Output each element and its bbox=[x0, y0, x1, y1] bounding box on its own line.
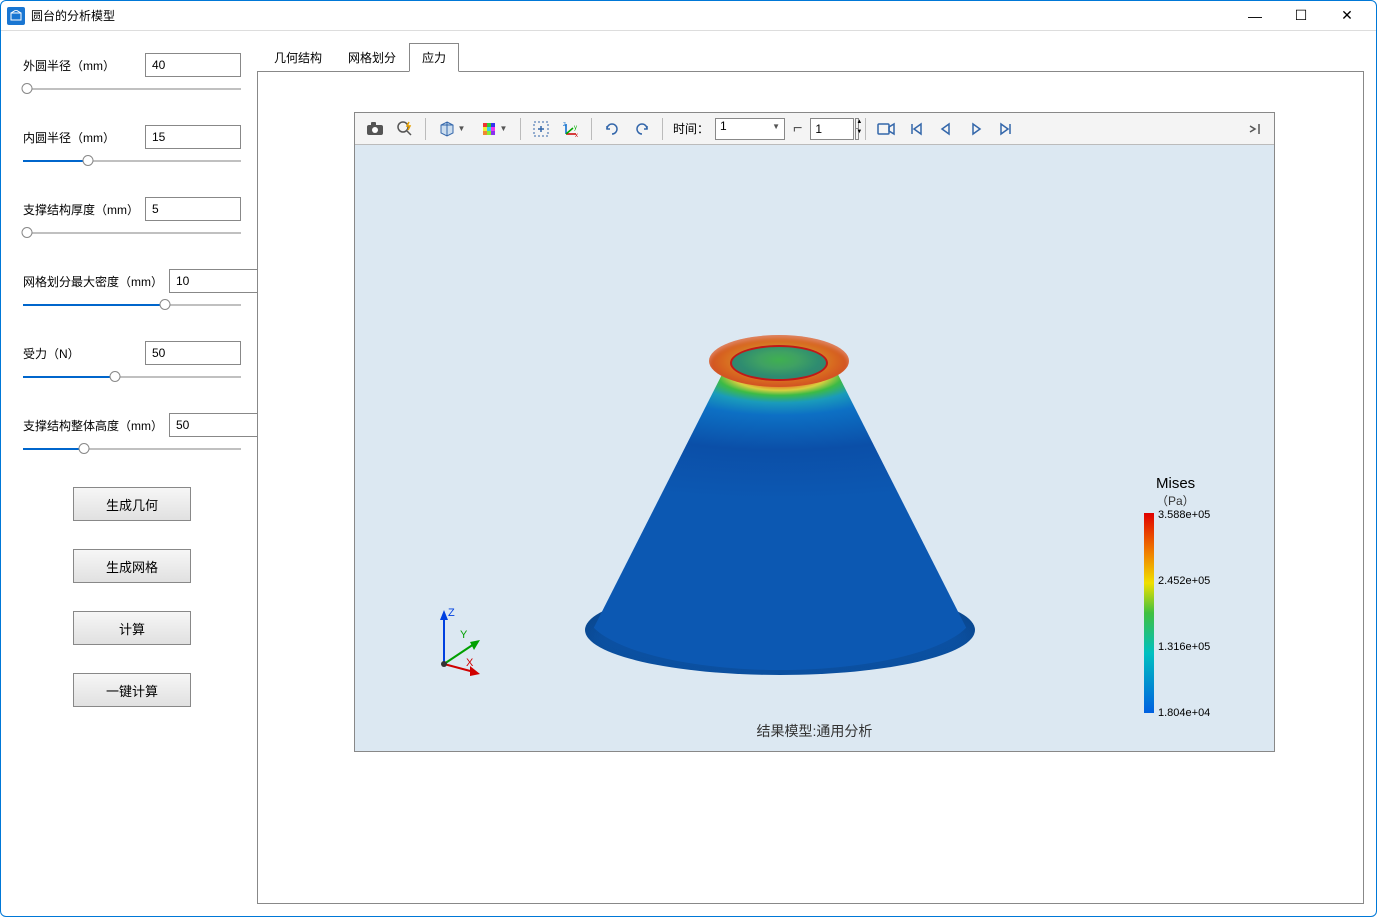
axes-toggle-icon[interactable]: z yx bbox=[557, 116, 585, 142]
viewer-toolbar: ▼ ▼ bbox=[355, 113, 1274, 145]
param-label: 外圆半径（mm） bbox=[23, 57, 139, 74]
time-label: 时间： bbox=[673, 120, 709, 137]
skip-start-icon[interactable] bbox=[902, 116, 930, 142]
toolbar-overflow-icon[interactable] bbox=[1240, 116, 1268, 142]
sidebar: 外圆半径（mm） 内圆半径（mm） 支撑结构厚度（mm） bbox=[13, 43, 245, 904]
svg-text:X: X bbox=[466, 657, 474, 669]
svg-text:x: x bbox=[575, 133, 578, 137]
outer-radius-slider[interactable] bbox=[23, 81, 241, 97]
legend-tick: 3.588e+05 bbox=[1158, 509, 1210, 521]
color-legend: Mises （Pa） 3.588e+05 2.452e+05 1.316e+05… bbox=[1156, 475, 1256, 513]
close-button[interactable]: ✕ bbox=[1324, 1, 1370, 31]
svg-text:z: z bbox=[563, 122, 566, 128]
param-height: 支撑结构整体高度（mm） bbox=[23, 413, 241, 457]
canvas-area[interactable]: Z Y X Mises bbox=[355, 145, 1274, 751]
fit-view-icon[interactable] bbox=[527, 116, 555, 142]
tab-stress[interactable]: 应力 bbox=[409, 43, 459, 72]
param-label: 受力（N） bbox=[23, 345, 139, 362]
rotate-cw-icon[interactable] bbox=[598, 116, 626, 142]
param-label: 网格划分最大密度（mm） bbox=[23, 273, 163, 290]
main-area: 几何结构 网格划分 应力 bbox=[257, 43, 1364, 904]
param-force: 受力（N） bbox=[23, 341, 241, 385]
param-outer-radius: 外圆半径（mm） bbox=[23, 53, 241, 97]
play-icon[interactable] bbox=[962, 116, 990, 142]
mesh-density-slider[interactable] bbox=[23, 297, 241, 313]
param-inner-radius: 内圆半径（mm） bbox=[23, 125, 241, 169]
time-step-input[interactable] bbox=[810, 118, 854, 140]
zoom-flash-icon[interactable] bbox=[391, 116, 419, 142]
svg-text:Y: Y bbox=[460, 629, 468, 641]
generate-mesh-button[interactable]: 生成网格 bbox=[73, 549, 191, 583]
viewer-3d[interactable]: ▼ ▼ bbox=[354, 112, 1275, 752]
view-cube-icon[interactable]: ▼ bbox=[432, 116, 472, 142]
content-area: 外圆半径（mm） 内圆半径（mm） 支撑结构厚度（mm） bbox=[1, 31, 1376, 916]
tab-mesh[interactable]: 网格划分 bbox=[335, 43, 409, 72]
minimize-button[interactable]: — bbox=[1232, 1, 1278, 31]
generate-geometry-button[interactable]: 生成几何 bbox=[73, 487, 191, 521]
step-back-icon[interactable] bbox=[932, 116, 960, 142]
thickness-input[interactable] bbox=[145, 197, 241, 221]
param-label: 支撑结构整体高度（mm） bbox=[23, 417, 163, 434]
rotate-ccw-icon[interactable] bbox=[628, 116, 656, 142]
step-down-button[interactable]: ▼ bbox=[855, 129, 859, 140]
angle-icon: ⌐ bbox=[793, 120, 802, 138]
cone-model bbox=[585, 325, 975, 675]
app-icon bbox=[7, 7, 25, 25]
camera-icon[interactable] bbox=[361, 116, 389, 142]
titlebar: 圆台的分析模型 — ☐ ✕ bbox=[1, 1, 1376, 31]
svg-text:y: y bbox=[574, 125, 577, 131]
force-input[interactable] bbox=[145, 341, 241, 365]
skip-end-icon[interactable] bbox=[992, 116, 1020, 142]
legend-tick: 1.804e+04 bbox=[1158, 707, 1210, 719]
step-up-button[interactable]: ▲ bbox=[855, 118, 859, 130]
param-label: 内圆半径（mm） bbox=[23, 129, 139, 146]
color-cube-icon[interactable]: ▼ bbox=[474, 116, 514, 142]
param-label: 支撑结构厚度（mm） bbox=[23, 201, 139, 218]
legend-tick: 1.316e+05 bbox=[1158, 641, 1210, 653]
legend-tick: 2.452e+05 bbox=[1158, 575, 1210, 587]
one-click-compute-button[interactable]: 一键计算 bbox=[73, 673, 191, 707]
thickness-slider[interactable] bbox=[23, 225, 241, 241]
force-slider[interactable] bbox=[23, 369, 241, 385]
legend-colorbar bbox=[1144, 513, 1154, 713]
time-select[interactable]: 1▼ bbox=[715, 118, 785, 140]
viewer-frame: ▼ ▼ bbox=[257, 71, 1364, 904]
compute-button[interactable]: 计算 bbox=[73, 611, 191, 645]
param-thickness: 支撑结构厚度（mm） bbox=[23, 197, 241, 241]
height-input[interactable] bbox=[169, 413, 265, 437]
mesh-density-input[interactable] bbox=[169, 269, 265, 293]
tab-bar: 几何结构 网格划分 应力 bbox=[257, 43, 1364, 72]
legend-unit: （Pa） bbox=[1156, 492, 1256, 509]
tab-geometry[interactable]: 几何结构 bbox=[261, 43, 335, 72]
height-slider[interactable] bbox=[23, 441, 241, 457]
maximize-button[interactable]: ☐ bbox=[1278, 1, 1324, 31]
legend-title: Mises bbox=[1156, 475, 1256, 492]
app-window: 圆台的分析模型 — ☐ ✕ 外圆半径（mm） 内圆半径（mm） bbox=[0, 0, 1377, 917]
axis-triad: Z Y X bbox=[430, 606, 490, 676]
param-mesh-density: 网格划分最大密度（mm） bbox=[23, 269, 241, 313]
svg-text:Z: Z bbox=[448, 607, 455, 619]
result-title: 结果模型:通用分析 bbox=[355, 721, 1274, 741]
inner-radius-slider[interactable] bbox=[23, 153, 241, 169]
outer-radius-input[interactable] bbox=[145, 53, 241, 77]
inner-radius-input[interactable] bbox=[145, 125, 241, 149]
record-icon[interactable] bbox=[872, 116, 900, 142]
window-title: 圆台的分析模型 bbox=[31, 7, 115, 24]
